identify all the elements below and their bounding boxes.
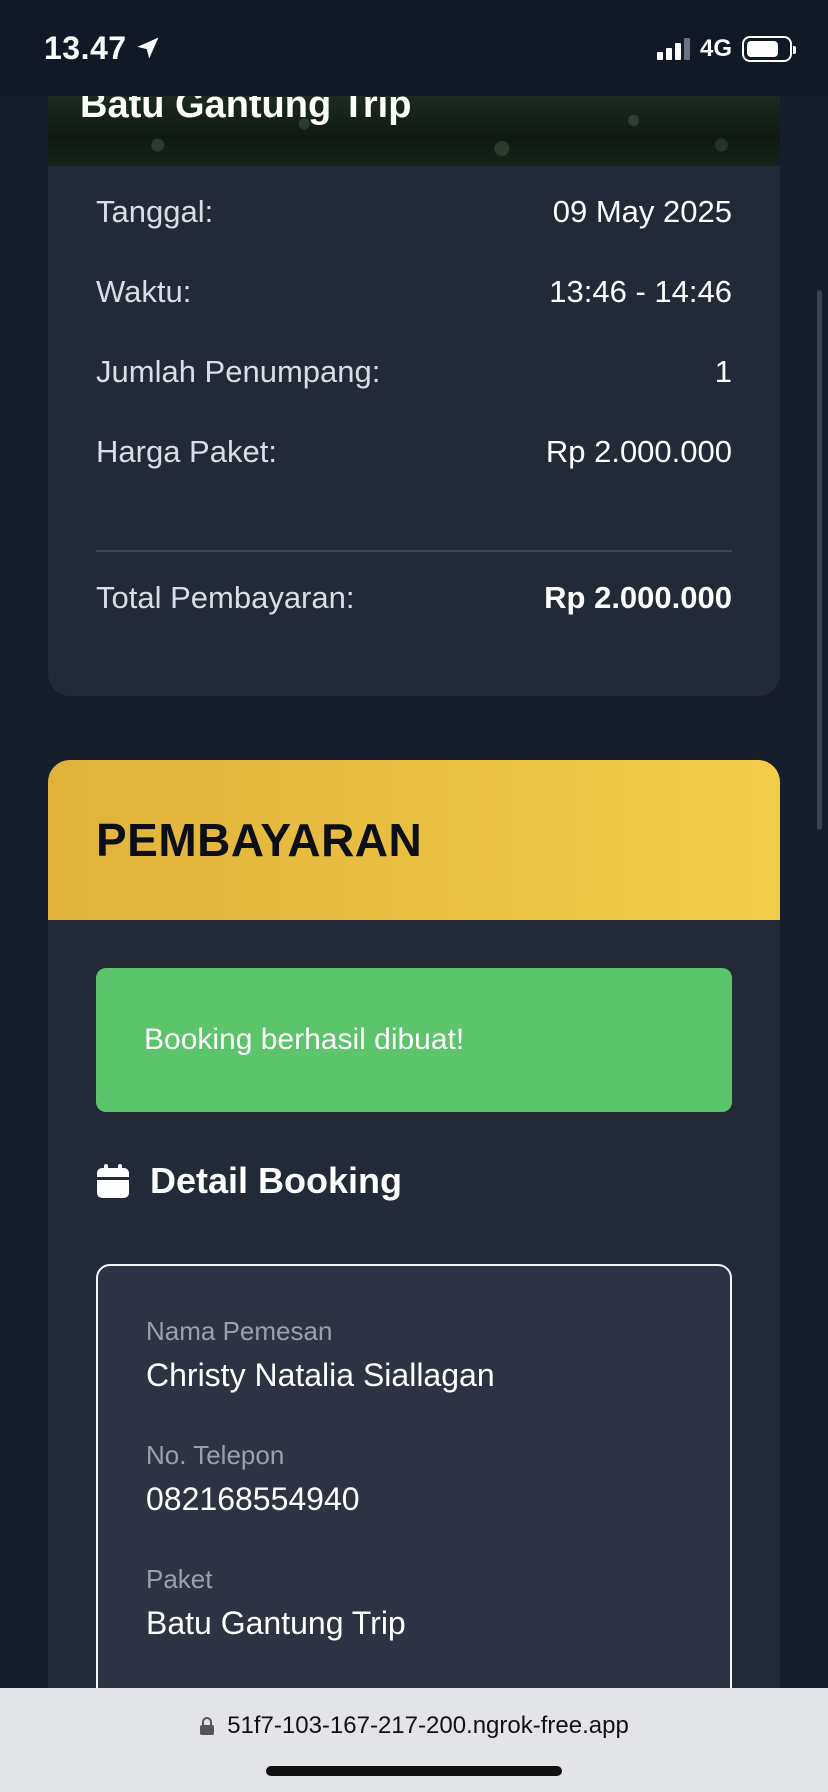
summary-row-date: Tanggal: 09 May 2025: [96, 194, 732, 230]
payment-title: PEMBAYARAN: [96, 814, 423, 866]
section-title: Detail Booking: [150, 1160, 403, 1201]
summary-row-total: Total Pembayaran: Rp 2.000.000: [96, 580, 732, 616]
summary-label: Tanggal:: [96, 194, 214, 229]
field-phone: No. Telepon 082168554940: [146, 1440, 682, 1518]
field-label: Paket: [146, 1564, 213, 1594]
payment-header: PEMBAYARAN: [48, 760, 780, 920]
battery-icon: [742, 36, 796, 62]
signal-icon: [656, 38, 690, 60]
summary-row-passengers: Jumlah Penumpang: 1: [96, 354, 732, 390]
field-customer-name: Nama Pemesan Christy Natalia Siallagan: [146, 1316, 682, 1394]
status-time: 13.47: [44, 30, 127, 66]
summary-value: 13:46 - 14:46: [549, 274, 732, 309]
summary-label: Harga Paket:: [96, 434, 277, 469]
url-display[interactable]: 51f7-103-167-217-200.ngrok-free.app: [0, 1712, 828, 1740]
page: 13.47 4G Batu Gantung Trip Tanggal: 09 M…: [0, 0, 828, 1792]
network-type: 4G: [699, 35, 732, 62]
calendar-icon: [97, 1164, 129, 1198]
home-indicator[interactable]: [266, 1766, 562, 1776]
field-value: Batu Gantung Trip: [146, 1605, 406, 1641]
total-label: Total Pembayaran:: [96, 580, 355, 615]
booking-summary-card: Tanggal: 09 May 2025 Waktu: 13:46 - 14:4…: [48, 166, 780, 696]
summary-row-price: Harga Paket: Rp 2.000.000: [96, 434, 732, 470]
field-label: No. Telepon: [146, 1440, 285, 1470]
summary-divider: [96, 550, 732, 552]
field-label: Nama Pemesan: [146, 1316, 333, 1346]
field-value: Christy Natalia Siallagan: [146, 1357, 495, 1393]
success-alert: Booking berhasil dibuat!: [96, 968, 732, 1112]
status-bar: 13.47 4G: [0, 0, 828, 96]
summary-value: 09 May 2025: [552, 194, 732, 229]
summary-row-time: Waktu: 13:46 - 14:46: [96, 274, 732, 310]
payment-card: PEMBAYARAN Booking berhasil dibuat! Deta…: [48, 760, 780, 1792]
summary-label: Waktu:: [96, 274, 192, 309]
scrollbar[interactable]: [817, 290, 822, 830]
url-text[interactable]: 51f7-103-167-217-200.ngrok-free.app: [227, 1712, 629, 1740]
detail-booking-heading: Detail Booking: [96, 1160, 402, 1202]
summary-value: Rp 2.000.000: [545, 434, 732, 469]
location-arrow-icon: [137, 37, 159, 59]
field-value: 082168554940: [146, 1481, 360, 1517]
summary-value: 1: [714, 354, 732, 389]
lock-icon: [200, 1717, 215, 1735]
total-value: Rp 2.000.000: [544, 580, 732, 615]
field-package: Paket Batu Gantung Trip: [146, 1564, 682, 1642]
status-indicators: 4G: [656, 34, 796, 64]
summary-label: Jumlah Penumpang:: [96, 354, 381, 389]
browser-address-bar[interactable]: 51f7-103-167-217-200.ngrok-free.app: [0, 1688, 828, 1792]
